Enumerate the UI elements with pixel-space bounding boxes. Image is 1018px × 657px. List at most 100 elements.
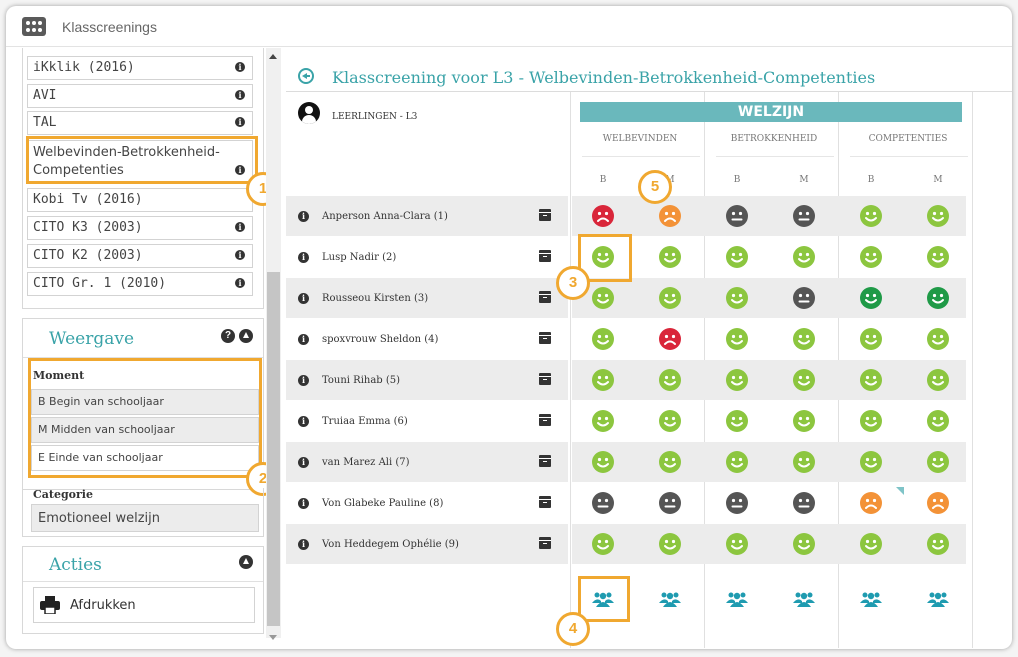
archive-icon[interactable] xyxy=(539,209,551,221)
scroll-up-arrow[interactable] xyxy=(269,54,277,59)
archive-icon[interactable] xyxy=(539,455,551,467)
smiley-sad-icon[interactable] xyxy=(592,205,614,227)
smiley-happy-icon[interactable] xyxy=(659,451,681,473)
info-icon[interactable]: i xyxy=(298,293,309,304)
archive-icon[interactable] xyxy=(539,496,551,508)
info-icon[interactable]: i xyxy=(235,278,245,288)
group-icon[interactable] xyxy=(927,591,949,607)
info-icon[interactable]: i xyxy=(235,222,245,232)
screening-item-cito-k2[interactable]: CITO K2 (2003) i xyxy=(27,244,253,268)
smiley-happy-icon[interactable] xyxy=(860,246,882,268)
smiley-happy-icon[interactable] xyxy=(726,287,748,309)
student-name[interactable]: Von Heddegem Ophélie (9) xyxy=(322,539,459,550)
info-icon[interactable]: i xyxy=(235,62,245,72)
info-icon[interactable]: i xyxy=(235,90,245,100)
smiley-happy-icon[interactable] xyxy=(592,410,614,432)
smiley-neutral-icon[interactable] xyxy=(793,205,815,227)
collapse-icon[interactable] xyxy=(239,555,253,569)
smiley-sad-icon[interactable] xyxy=(659,205,681,227)
smiley-happy-icon[interactable] xyxy=(927,451,949,473)
archive-icon[interactable] xyxy=(539,373,551,385)
smiley-happy-icon[interactable] xyxy=(927,533,949,555)
student-name[interactable]: Anperson Anna-Clara (1) xyxy=(322,211,448,222)
screening-item-cito-gr1[interactable]: CITO Gr. 1 (2010) i xyxy=(27,272,253,296)
print-button[interactable]: Afdrukken xyxy=(33,587,255,623)
info-icon[interactable]: i xyxy=(298,375,309,386)
info-icon[interactable]: i xyxy=(298,539,309,550)
smiley-happy-icon[interactable] xyxy=(860,205,882,227)
smiley-happy-icon[interactable] xyxy=(726,328,748,350)
smiley-happy-icon[interactable] xyxy=(726,410,748,432)
archive-icon[interactable] xyxy=(539,332,551,344)
smiley-happy-icon[interactable] xyxy=(726,533,748,555)
smiley-happy-icon[interactable] xyxy=(860,328,882,350)
archive-icon[interactable] xyxy=(539,250,551,262)
smiley-neutral-icon[interactable] xyxy=(793,492,815,514)
screening-item-cito-k3[interactable]: CITO K3 (2003) i xyxy=(27,216,253,240)
info-icon[interactable]: i xyxy=(298,498,309,509)
student-name[interactable]: Touni Rihab (5) xyxy=(322,375,400,386)
student-name[interactable]: Truiaa Emma (6) xyxy=(322,416,408,427)
info-icon[interactable]: i xyxy=(298,211,309,222)
student-name[interactable]: spoxvrouw Sheldon (4) xyxy=(322,334,438,345)
smiley-happy-icon[interactable] xyxy=(726,451,748,473)
smiley-happy-icon[interactable] xyxy=(726,369,748,391)
smiley-happy-icon[interactable] xyxy=(793,533,815,555)
info-icon[interactable]: i xyxy=(235,117,245,127)
student-name[interactable]: Rousseou Kirsten (3) xyxy=(322,293,428,304)
info-icon[interactable]: i xyxy=(235,250,245,260)
student-name[interactable]: van Marez Ali (7) xyxy=(322,457,410,468)
group-icon[interactable] xyxy=(793,591,815,607)
screening-item-ikklik[interactable]: iKklik (2016) i xyxy=(27,56,253,80)
archive-icon[interactable] xyxy=(539,414,551,426)
scroll-thumb[interactable] xyxy=(267,272,280,626)
student-name[interactable]: Von Glabeke Pauline (8) xyxy=(322,498,443,509)
info-icon[interactable]: i xyxy=(298,457,309,468)
info-icon[interactable]: i xyxy=(298,334,309,345)
smiley-neutral-icon[interactable] xyxy=(793,287,815,309)
smiley-happy-icon[interactable] xyxy=(793,369,815,391)
screening-item-kobi[interactable]: Kobi Tv (2016) xyxy=(27,188,253,212)
group-icon[interactable] xyxy=(659,591,681,607)
smiley-happy-icon[interactable] xyxy=(927,287,949,309)
info-icon[interactable]: i xyxy=(298,252,309,263)
smiley-happy-icon[interactable] xyxy=(927,246,949,268)
help-icon[interactable]: ? xyxy=(221,329,235,343)
smiley-sad-icon[interactable] xyxy=(927,492,949,514)
smiley-happy-icon[interactable] xyxy=(860,533,882,555)
smiley-happy-icon[interactable] xyxy=(659,369,681,391)
smiley-happy-icon[interactable] xyxy=(659,410,681,432)
smiley-happy-icon[interactable] xyxy=(659,287,681,309)
categorie-select[interactable]: Emotioneel welzijn xyxy=(31,504,259,532)
group-icon[interactable] xyxy=(860,591,882,607)
smiley-happy-icon[interactable] xyxy=(592,533,614,555)
smiley-happy-icon[interactable] xyxy=(860,451,882,473)
screening-item-tal[interactable]: TAL i xyxy=(27,111,253,135)
collapse-icon[interactable] xyxy=(239,329,253,343)
archive-icon[interactable] xyxy=(539,291,551,303)
archive-icon[interactable] xyxy=(539,537,551,549)
scroll-down-arrow[interactable] xyxy=(269,635,277,640)
smiley-happy-icon[interactable] xyxy=(927,328,949,350)
sidebar-scrollbar[interactable] xyxy=(266,48,281,640)
smiley-happy-icon[interactable] xyxy=(860,369,882,391)
smiley-happy-icon[interactable] xyxy=(793,328,815,350)
info-icon[interactable]: i xyxy=(298,416,309,427)
smiley-neutral-icon[interactable] xyxy=(592,492,614,514)
smiley-happy-icon[interactable] xyxy=(659,533,681,555)
smiley-sad-icon[interactable] xyxy=(659,328,681,350)
smiley-happy-icon[interactable] xyxy=(659,246,681,268)
smiley-happy-icon[interactable] xyxy=(793,246,815,268)
smiley-happy-icon[interactable] xyxy=(592,369,614,391)
student-name[interactable]: Lusp Nadir (2) xyxy=(322,252,396,263)
smiley-happy-icon[interactable] xyxy=(726,246,748,268)
smiley-neutral-icon[interactable] xyxy=(659,492,681,514)
smiley-happy-icon[interactable] xyxy=(860,287,882,309)
smiley-happy-icon[interactable] xyxy=(793,451,815,473)
smiley-happy-icon[interactable] xyxy=(927,410,949,432)
smiley-neutral-icon[interactable] xyxy=(726,492,748,514)
smiley-happy-icon[interactable] xyxy=(592,328,614,350)
smiley-happy-icon[interactable] xyxy=(592,451,614,473)
smiley-happy-icon[interactable] xyxy=(927,205,949,227)
smiley-neutral-icon[interactable] xyxy=(726,205,748,227)
